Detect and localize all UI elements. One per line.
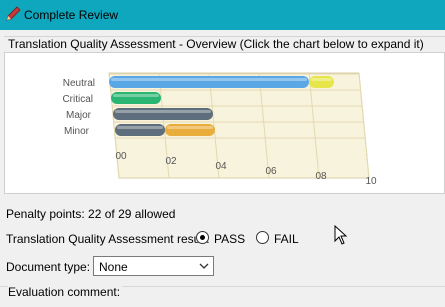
document-type-value: None	[99, 260, 128, 274]
document-type-label: Document type:	[6, 260, 91, 274]
penalty-points-text: Penalty points: 22 of 29 allowed	[6, 207, 176, 221]
fail-radio[interactable]	[256, 231, 269, 244]
chart-tick-label: 06	[265, 166, 277, 177]
result-label: Translation Quality Assessment result:	[6, 232, 210, 246]
chart-bar-highlight	[113, 94, 159, 97]
chart-bar	[113, 108, 213, 120]
chart-bar	[165, 124, 215, 136]
chart-bar-highlight	[111, 78, 307, 81]
overview-caption: Translation Quality Assessment - Overvie…	[8, 37, 426, 51]
chevron-down-icon	[199, 263, 209, 269]
pass-label[interactable]: PASS	[214, 232, 245, 246]
chart-category-label: Critical	[62, 94, 93, 105]
pass-radio[interactable]	[196, 231, 209, 244]
evaluation-comment-label: Evaluation comment:	[8, 285, 123, 299]
chart-svg: Neutral Critical Major Minor 00 02 04 06 08 10	[62, 72, 377, 187]
mouse-cursor-icon	[334, 225, 348, 245]
chart-tick-label: 04	[215, 161, 227, 172]
chart-category-label: Neutral	[63, 78, 95, 89]
chart-bar-highlight	[167, 126, 213, 129]
document-type-select[interactable]: None	[93, 256, 214, 276]
chart-bar-highlight	[117, 126, 163, 129]
chart-category-label: Minor	[64, 126, 90, 137]
pencil-icon	[6, 6, 21, 21]
chart-bar-highlight	[115, 110, 211, 113]
chart-bar	[309, 76, 334, 88]
fail-label[interactable]: FAIL	[274, 232, 299, 246]
window-title: Complete Review	[24, 8, 119, 22]
chart-bar	[109, 76, 309, 88]
chart-tick-label: 02	[165, 156, 177, 167]
pass-radio-dot	[200, 235, 205, 240]
chart-bar	[111, 92, 161, 104]
chart-tick-label: 10	[365, 176, 377, 187]
chart-tick-label: 08	[315, 171, 327, 182]
chart-category-label: Major	[66, 110, 92, 121]
chart-tick-label: 00	[115, 151, 127, 162]
chart-bar-highlight	[311, 78, 332, 81]
title-bar: Complete Review	[0, 0, 445, 30]
chart-bar	[115, 124, 165, 136]
quality-chart[interactable]: Neutral Critical Major Minor 00 02 04 06 08 10	[4, 52, 445, 194]
